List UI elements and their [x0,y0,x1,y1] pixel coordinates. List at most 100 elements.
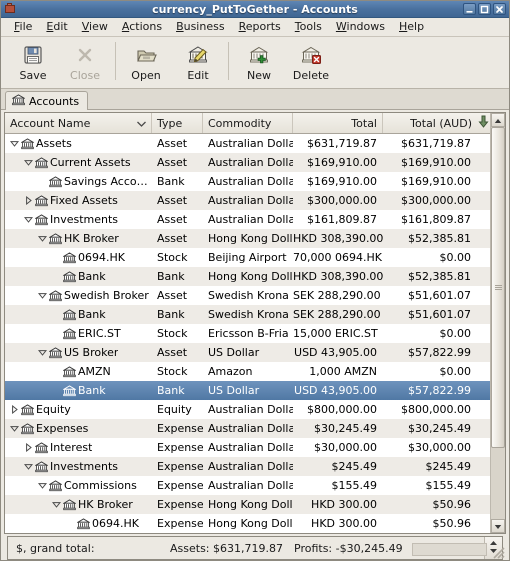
column-header-account-name[interactable]: Account Name [5,113,152,133]
expander-expanded-icon[interactable] [9,424,20,433]
table-row[interactable]: Expenses Expense Australian Dollar $30,245.… [5,419,490,438]
new-button[interactable]: New [233,40,285,84]
table-row[interactable]: 0694.HK Stock Beijing Airport 70,000 0694.H… [5,248,490,267]
table-row[interactable]: Bank Bank Hong Kong DollarHKD 308,390.00 $5… [5,267,490,286]
scrollbar-track[interactable] [491,127,505,519]
table-row[interactable]: Bank Bank Swedish Krona SEK 288,290.00 $51,6… [5,305,490,324]
table-row[interactable]: Swedish Broker Asset Swedish Krona SEK 288,… [5,286,490,305]
cell-total-aud: $245.49 [425,460,472,473]
cell-account-name: 0694.HK [5,517,152,530]
cell-commodity: Hong Kong Dollar [208,232,293,245]
tab-accounts[interactable]: Accounts [5,91,89,110]
table-row[interactable]: US Broker Asset US Dollar USD 43,905.00 $57,… [5,343,490,362]
maximize-button[interactable] [478,3,491,15]
table-row[interactable]: HK Broker Asset Hong Kong DollarHKD 308,39… [5,229,490,248]
menu-reports[interactable]: Reports [232,19,288,35]
cell-commodity: US Dollar [208,346,260,359]
cell-account-name: Current Assets [5,156,152,169]
cell-commodity: Swedish Krona [208,308,289,321]
bank-icon [62,365,76,378]
table-row[interactable]: 0694.HK Expense Hong Kong Dollar HKD 300.00… [5,514,490,533]
expander-expanded-icon[interactable] [37,234,48,243]
menu-business[interactable]: Business [169,19,232,35]
table-row[interactable]: Current Assets Asset Australian Dollar $169… [5,153,490,172]
close-button-toolbar: Close [59,40,111,84]
table-row[interactable]: Fixed Assets Asset Australian Dollar $300,0… [5,191,490,210]
cell-account-name: 0694.HK [5,251,152,264]
cell-type: Expense [157,460,203,473]
close-button[interactable] [493,3,506,15]
cell-total: SEK 288,290.00 [293,289,381,302]
table-row[interactable]: Commissions Expense Australian Dollar $155.… [5,476,490,495]
cell-type: Expense [157,422,203,435]
menu-file[interactable]: File [7,19,39,35]
cell-type: Stock [157,251,188,264]
column-chooser-button[interactable] [477,113,490,133]
menu-view[interactable]: View [75,19,115,35]
bank-icon [34,213,48,226]
cell-account-name: Bank [5,308,152,321]
column-header-type[interactable]: Type [152,113,203,133]
account-name-label: Bank [78,384,106,397]
table-row[interactable]: Savings Account Bank Australian Dollar $169… [5,172,490,191]
scroll-down-button[interactable] [491,519,505,533]
table-row[interactable]: Investments Asset Australian Dollar $161,80… [5,210,490,229]
expander-expanded-icon[interactable] [37,291,48,300]
cell-commodity: Australian Dollar [208,422,293,435]
cell-total-aud: $169,910.00 [401,156,471,169]
delete-button[interactable]: Delete [285,40,337,84]
cell-account-name: Bank [5,384,152,397]
column-header-commodity[interactable]: Commodity [203,113,293,133]
expander-collapsed-icon[interactable] [9,405,20,414]
table-row[interactable]: Assets Asset Australian Dollar $631,719.87 $… [5,134,490,153]
table-row[interactable]: AMZN Stock Amazon 1,000 AMZN $0.00 [5,362,490,381]
table-row[interactable]: Equity Equity Australian Dollar $800,000.00… [5,400,490,419]
expander-expanded-icon[interactable] [23,215,34,224]
table-row[interactable]: Investments Expense Australian Dollar $245.… [5,457,490,476]
expander-collapsed-icon[interactable] [23,196,34,205]
save-button[interactable]: Save [7,40,59,84]
scroll-up-button[interactable] [491,113,505,127]
expander-expanded-icon[interactable] [23,462,34,471]
open-button[interactable]: Open [120,40,172,84]
cell-total-aud: $0.00 [439,327,472,340]
table-row[interactable]: Bank Bank US Dollar USD 43,905.00 $57,822.99 [5,381,490,400]
column-header-type-label: Type [157,116,183,130]
expander-expanded-icon[interactable] [23,158,34,167]
menu-help[interactable]: Help [392,19,431,35]
menu-edit[interactable]: Edit [39,19,74,35]
cell-total-aud: $57,822.99 [408,346,471,359]
table-row[interactable]: ERIC.ST Stock Ericsson B-Fria 15,000 ERIC.S… [5,324,490,343]
bank-icon [48,232,62,245]
content-area: Account Name Type Commodity Total Total … [1,110,509,560]
column-header-total-aud[interactable]: Total (AUD) [383,113,477,133]
accounts-tree-rows[interactable]: Assets Asset Australian Dollar $631,719.87 $… [5,134,490,533]
delete-button-label: Delete [292,69,330,82]
scrollbar-thumb[interactable] [491,127,505,449]
table-row[interactable]: Interest Expense Australian Dollar $30,000.… [5,438,490,457]
menu-actions[interactable]: Actions [115,19,169,35]
expander-collapsed-icon[interactable] [23,443,34,452]
open-button-label: Open [131,69,161,82]
menu-tools[interactable]: Tools [288,19,329,35]
expander-expanded-icon[interactable] [37,348,48,357]
expander-expanded-icon[interactable] [51,500,62,509]
title-bar[interactable]: currency_PutToGether - Accounts [1,1,509,18]
cell-total: USD 43,905.00 [294,346,377,359]
edit-button[interactable]: Edit [172,40,224,84]
account-name-label: Expenses [36,422,89,435]
vertical-scrollbar[interactable] [490,113,505,533]
tab-accounts-label: Accounts [29,94,80,108]
cell-account-name: Swedish Broker [5,289,152,302]
cell-total-aud: $0.00 [439,365,472,378]
cell-total-aud: $0.00 [439,251,472,264]
table-row[interactable]: HK Broker Expense Hong Kong Dollar HKD 300.… [5,495,490,514]
menu-windows[interactable]: Windows [329,19,392,35]
resize-grip[interactable] [489,543,505,559]
column-header-total[interactable]: Total [293,113,383,133]
column-header-commodity-label: Commodity [208,116,272,130]
expander-expanded-icon[interactable] [9,139,20,148]
expander-expanded-icon[interactable] [37,481,48,490]
scroll-up-arrow-icon [494,114,502,127]
minimize-button[interactable] [463,3,476,15]
